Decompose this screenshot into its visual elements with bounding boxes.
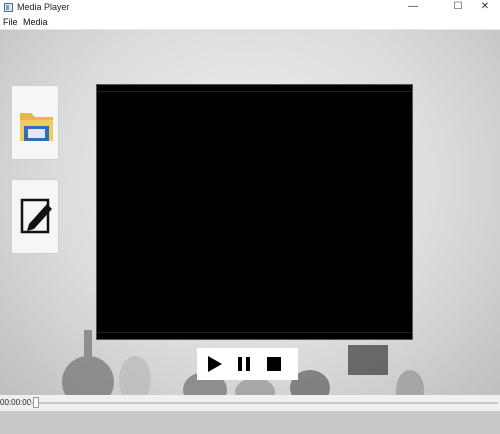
app-icon	[4, 3, 13, 12]
playback-controls	[197, 348, 298, 380]
edit-icon	[20, 198, 52, 234]
background-floor	[0, 411, 500, 434]
minimize-button[interactable]: —	[398, 0, 428, 14]
seek-bar: 00:00:00	[0, 395, 500, 411]
title-bar: Media Player — ☐ ✕	[0, 0, 500, 16]
edit-button[interactable]	[11, 179, 59, 254]
maximize-button[interactable]: ☐	[443, 0, 473, 14]
menu-media[interactable]: Media	[23, 17, 48, 27]
time-display: 00:00:00	[0, 398, 32, 407]
seek-track[interactable]	[30, 402, 498, 404]
window-title: Media Player	[17, 2, 70, 12]
close-button[interactable]: ✕	[470, 0, 500, 14]
menu-bar: File Media	[0, 16, 500, 30]
video-display[interactable]	[96, 84, 413, 340]
open-file-button[interactable]	[11, 85, 59, 160]
menu-file[interactable]: File	[3, 17, 18, 27]
pause-icon[interactable]	[233, 353, 255, 375]
seek-thumb[interactable]	[33, 397, 39, 408]
stop-icon[interactable]	[263, 353, 285, 375]
background-image	[0, 30, 500, 406]
folder-icon	[20, 113, 53, 141]
play-icon[interactable]	[203, 353, 225, 375]
